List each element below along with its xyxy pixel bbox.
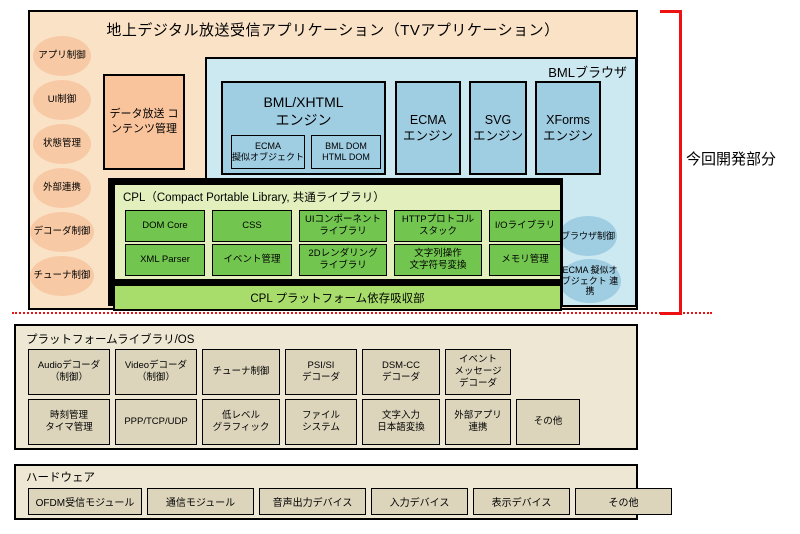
bml-browser-label: BMLブラウザ bbox=[548, 65, 627, 80]
cpl-box-2d-rendering-library: 2Dレンダリング ライブラリ bbox=[299, 244, 387, 276]
platform-box-time-timer-management: 時刻管理 タイマ管理 bbox=[28, 399, 110, 445]
xforms-engine-box: XForms エンジン bbox=[535, 81, 601, 175]
cpl-panel: CPL（Compact Portable Library, 共通ライブラリ） D… bbox=[108, 178, 563, 311]
svg-engine-box: SVG エンジン bbox=[469, 81, 527, 175]
platform-box-tuner-control: チューナ制御 bbox=[202, 349, 280, 395]
cpl-box-memory-management: メモリ管理 bbox=[489, 244, 561, 276]
external-link-ellipse: 外部連携 bbox=[33, 168, 91, 208]
ecma-pseudo-object-box: ECMA 擬似オブジェクト bbox=[231, 135, 305, 169]
ecma-pseudo-object-link-ellipse: ECMA 擬似オブジェクト 連携 bbox=[559, 259, 621, 303]
platform-box-event-message-decoder: イベント メッセージ デコーダ bbox=[445, 349, 511, 395]
ecma-engine-box: ECMA エンジン bbox=[395, 81, 461, 175]
platform-box-text-input-japanese-conversion: 文字入力 日本語変換 bbox=[362, 399, 440, 445]
app-control-ellipse: アプリ制御 bbox=[33, 36, 91, 76]
cpl-box-xml-parser: XML Parser bbox=[125, 244, 205, 276]
platform-box-dsmcc-decoder: DSM-CC デコーダ bbox=[362, 349, 440, 395]
decoder-control-ellipse: デコーダ制御 bbox=[30, 212, 94, 252]
platform-box-audio-decoder: Audioデコーダ （制御） bbox=[28, 349, 110, 395]
platform-library-os-title: プラットフォームライブラリ/OS bbox=[26, 334, 195, 346]
cpl-box-css: CSS bbox=[212, 210, 292, 242]
ecma-engine-title: ECMA エンジン bbox=[402, 112, 453, 143]
platform-box-video-decoder: Videoデコーダ （制御） bbox=[115, 349, 197, 395]
platform-box-file-system: ファイル システム bbox=[285, 399, 357, 445]
hardware-box-input-device: 入力デバイス bbox=[371, 488, 468, 515]
tuner-control-ellipse: チューナ制御 bbox=[30, 256, 94, 296]
ui-control-ellipse: UI制御 bbox=[33, 80, 91, 120]
development-scope-bracket bbox=[660, 10, 682, 315]
bml-xhtml-engine-title: BML/XHTML エンジン bbox=[263, 94, 344, 129]
data-broadcast-content-management-box: データ放送 コンテンツ管理 bbox=[103, 74, 185, 170]
hardware-box-audio-output-device: 音声出力デバイス bbox=[259, 488, 366, 515]
cpl-platform-abstraction-bar: CPL プラットフォーム依存吸収部 bbox=[113, 284, 562, 311]
cpl-box-ui-component-library: UIコンポーネント ライブラリ bbox=[299, 210, 387, 242]
hardware-box-other: その他 bbox=[575, 488, 672, 515]
cpl-box-http-protocol-stack: HTTPプロトコル スタック bbox=[394, 210, 482, 242]
cpl-inner-panel: CPL（Compact Portable Library, 共通ライブラリ） D… bbox=[113, 183, 562, 281]
xforms-engine-title: XForms エンジン bbox=[542, 112, 593, 143]
cpl-box-io-library: I/Oライブラリ bbox=[489, 210, 561, 242]
cpl-box-dom-core: DOM Core bbox=[125, 210, 205, 242]
platform-box-psi-si-decoder: PSI/SI デコーダ bbox=[285, 349, 357, 395]
hardware-box-display-device: 表示デバイス bbox=[473, 488, 570, 515]
cpl-box-string-operations: 文字列操作 文字符号変換 bbox=[394, 244, 482, 276]
cpl-box-event-management: イベント管理 bbox=[212, 244, 292, 276]
browser-control-ellipse: ブラウザ制御 bbox=[559, 216, 617, 256]
application-layer-title: 地上デジタル放送受信アプリケーション（TVアプリケーション） bbox=[106, 21, 560, 39]
scope-divider-dotted-line bbox=[12, 312, 712, 314]
bml-xhtml-engine-box: BML/XHTML エンジン ECMA 擬似オブジェクト BML DOM HTM… bbox=[221, 81, 386, 175]
hardware-title: ハードウェア bbox=[26, 472, 95, 484]
bml-dom-html-dom-box: BML DOM HTML DOM bbox=[311, 135, 381, 169]
svg-engine-title: SVG エンジン bbox=[472, 112, 523, 143]
hardware-box-communication-module: 通信モジュール bbox=[147, 488, 254, 515]
state-management-ellipse: 状態管理 bbox=[33, 124, 91, 164]
hardware-panel: ハードウェア OFDM受信モジュール 通信モジュール 音声出力デバイス 入力デバ… bbox=[14, 464, 672, 520]
platform-box-external-app-link: 外部アプリ 連携 bbox=[445, 399, 511, 445]
development-scope-label: 今回開発部分 bbox=[686, 151, 777, 168]
platform-box-ppp-tcp-udp: PPP/TCP/UDP bbox=[115, 399, 197, 445]
platform-box-other: その他 bbox=[516, 399, 580, 445]
hardware-box-ofdm-receiver-module: OFDM受信モジュール bbox=[28, 488, 142, 515]
platform-box-low-level-graphics: 低レベル グラフィック bbox=[202, 399, 280, 445]
cpl-title: CPL（Compact Portable Library, 共通ライブラリ） bbox=[123, 192, 385, 204]
platform-library-os-panel: プラットフォームライブラリ/OS Audioデコーダ （制御） Videoデコー… bbox=[14, 324, 638, 450]
